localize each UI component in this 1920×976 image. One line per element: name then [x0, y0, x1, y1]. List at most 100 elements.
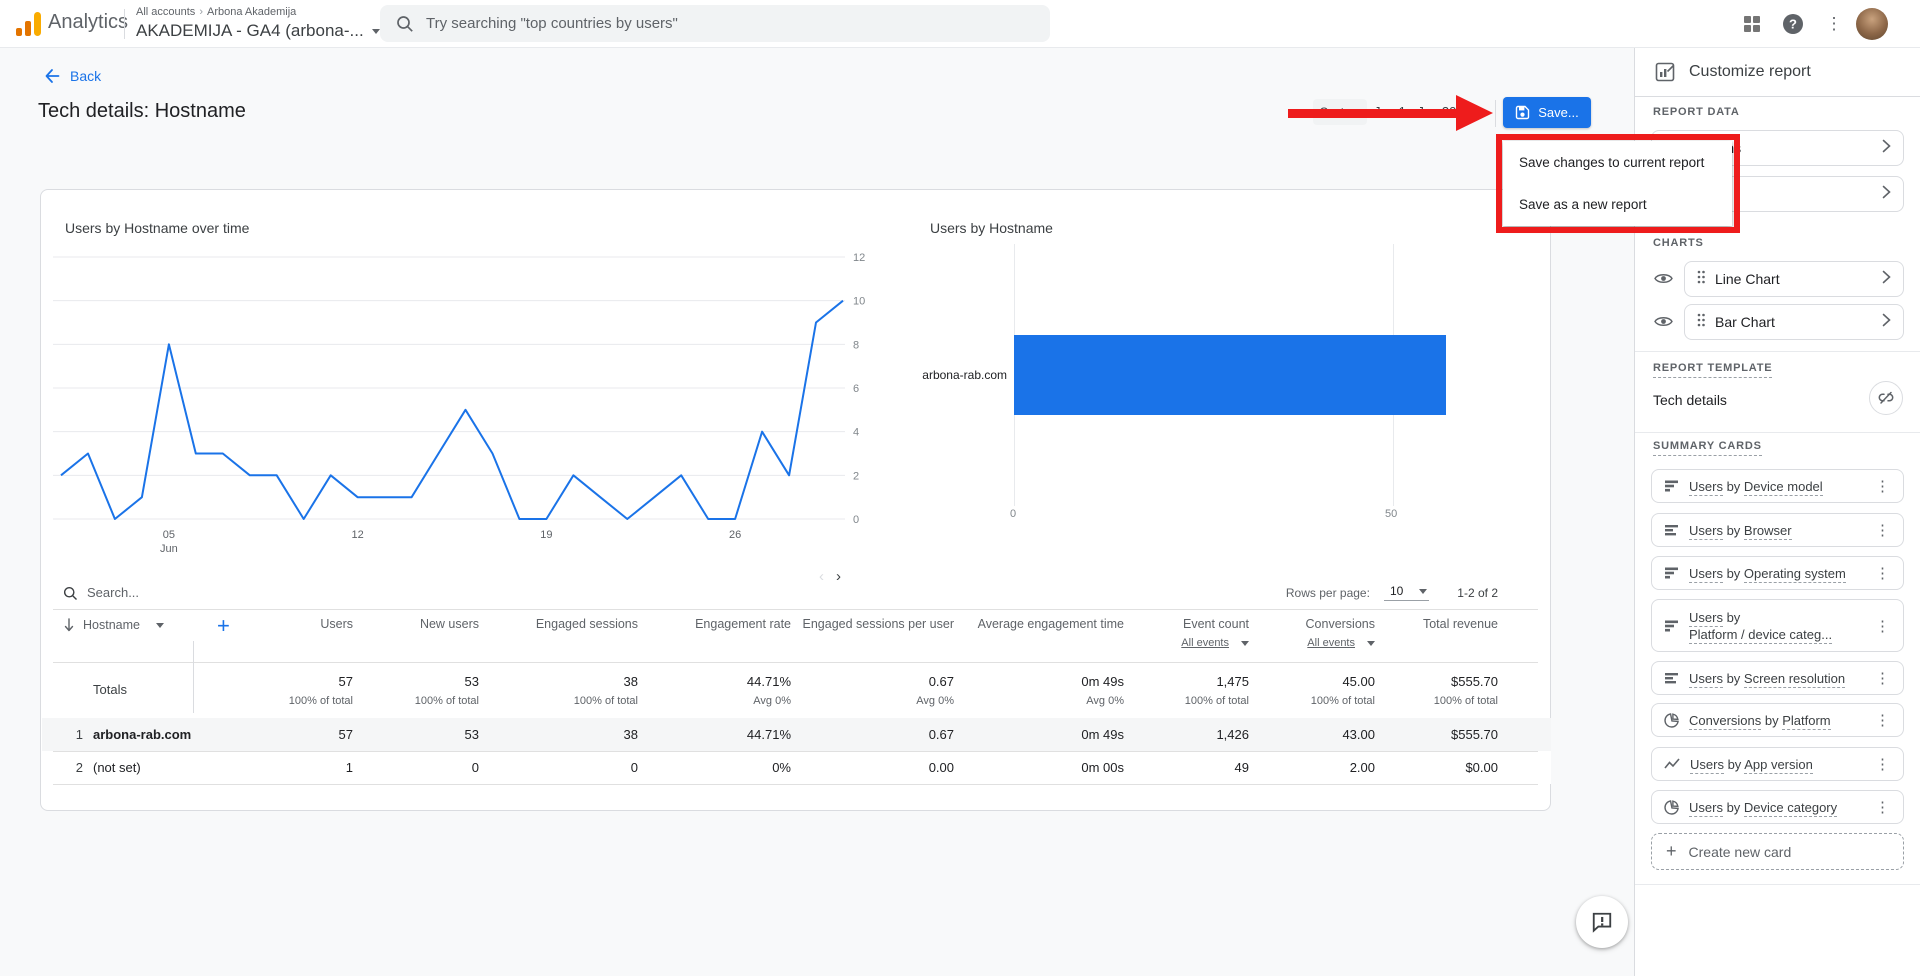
totals-subvalue: 100% of total	[573, 695, 638, 707]
card-dimension[interactable]: Device model	[1743, 478, 1823, 496]
summary-card-device-category[interactable]: Users by Device category ⋮	[1651, 790, 1904, 824]
card-menu-icon[interactable]: ⋮	[1872, 477, 1893, 495]
summary-card-label: Users by Device category	[1689, 799, 1838, 817]
column-header-total-revenue[interactable]: Total revenue	[1346, 616, 1498, 633]
charts-section-label: CHARTS	[1653, 237, 1704, 249]
card-metric[interactable]: Users	[1689, 799, 1723, 817]
card-metric[interactable]: Users	[1689, 565, 1723, 583]
row-cell: 44.71%	[746, 727, 791, 742]
row-index: 2	[75, 760, 83, 775]
card-dimension[interactable]: Operating system	[1743, 565, 1846, 583]
summary-card-operating-system[interactable]: Users by Operating system ⋮	[1651, 556, 1904, 590]
report-template-section-label: REPORT TEMPLATE	[1653, 362, 1773, 378]
card-menu-icon[interactable]: ⋮	[1872, 669, 1893, 687]
global-search-input[interactable]: Try searching "top countries by users"	[380, 5, 1050, 42]
card-metric[interactable]: Users	[1689, 522, 1723, 540]
section-divider	[1635, 351, 1920, 352]
card-menu-icon[interactable]: ⋮	[1872, 755, 1893, 773]
column-header-engaged-sessions-per-user[interactable]: Engaged sessions per user	[802, 616, 954, 633]
create-new-card-button[interactable]: + Create new card	[1651, 833, 1904, 870]
card-dimension[interactable]: App version	[1744, 756, 1813, 774]
save-button[interactable]: Save...	[1503, 97, 1591, 128]
help-icon[interactable]: ?	[1781, 12, 1805, 36]
customize-report-header: Customize report	[1635, 48, 1920, 97]
table-search-input[interactable]: Search...	[87, 585, 139, 600]
chart-next-icon[interactable]: ›	[836, 568, 841, 585]
date-range-value[interactable]: Jun 1 - Jun 30, 2...	[1374, 104, 1492, 119]
y-axis-tick-label: 4	[853, 427, 859, 439]
back-button[interactable]: Back	[44, 68, 101, 84]
arrow-left-icon	[45, 69, 60, 83]
summary-card-app-version[interactable]: Users by App version ⋮	[1651, 747, 1904, 781]
y-axis-tick-label: 8	[853, 339, 859, 351]
bar-data-bar[interactable]	[1014, 335, 1446, 415]
avatar[interactable]	[1856, 8, 1888, 40]
breadcrumb-account[interactable]: Arbona Akademija	[207, 6, 296, 18]
plus-icon: +	[1666, 841, 1677, 861]
report-template-value: Tech details	[1653, 392, 1727, 408]
row-cell: 0	[630, 760, 638, 775]
visibility-eye-icon[interactable]	[1654, 272, 1673, 290]
chevron-down-icon	[1419, 588, 1428, 594]
property-selector[interactable]: AKADEMIJA - GA4 (arbona-...	[136, 21, 380, 41]
chart-row-bar-chart[interactable]: Bar Chart	[1684, 304, 1904, 340]
table-divider	[53, 784, 1538, 785]
line-series[interactable]	[60, 299, 844, 520]
row-cell: 53	[464, 727, 479, 742]
card-metric[interactable]: Users	[1689, 670, 1723, 688]
row-cell: 0%	[772, 760, 791, 775]
save-menu-item-1[interactable]: Save changes to current report	[1503, 141, 1732, 183]
card-menu-icon[interactable]: ⋮	[1872, 798, 1893, 816]
date-range-chip[interactable]: Custom	[1313, 99, 1367, 125]
card-metric[interactable]: Users	[1689, 609, 1723, 627]
card-dimension[interactable]: Platform / device categ...	[1689, 626, 1833, 644]
summary-card-screen-resolution[interactable]: Users by Screen resolution ⋮	[1651, 661, 1904, 695]
card-menu-icon[interactable]: ⋮	[1872, 617, 1893, 635]
chart-prev-icon[interactable]: ‹	[819, 568, 824, 585]
topbar-divider	[124, 9, 125, 39]
visibility-eye-icon[interactable]	[1654, 315, 1673, 333]
card-dimension[interactable]: Platform	[1782, 712, 1831, 730]
column-resize-divider[interactable]	[193, 641, 194, 713]
summary-card-label: Users by Device model	[1689, 478, 1823, 496]
column-header-engaged-sessions[interactable]: Engaged sessions	[486, 616, 638, 633]
card-metric[interactable]: Users	[1690, 756, 1724, 774]
summary-card-label: Users by Operating system	[1689, 565, 1846, 583]
card-menu-icon[interactable]: ⋮	[1872, 521, 1893, 539]
summary-card-browser[interactable]: Users by Browser ⋮	[1651, 513, 1904, 547]
chart-row-line-chart[interactable]: Line Chart	[1684, 261, 1904, 297]
save-menu-item-2[interactable]: Save as a new report	[1503, 183, 1732, 225]
filter-label: All events	[1307, 637, 1355, 649]
more-options-icon[interactable]: ⋮	[1822, 12, 1846, 36]
drag-handle-icon[interactable]	[1697, 313, 1705, 332]
apps-grid-icon[interactable]	[1740, 12, 1764, 36]
section-divider	[1635, 884, 1920, 885]
card-dimension[interactable]: Screen resolution	[1743, 670, 1846, 688]
card-metric[interactable]: Conversions	[1689, 712, 1762, 730]
breadcrumb-accounts[interactable]: All accounts	[136, 6, 195, 18]
feedback-chat-button[interactable]	[1576, 896, 1628, 948]
column-header-new-users[interactable]: New users	[327, 616, 479, 633]
drag-handle-icon[interactable]	[1697, 270, 1705, 289]
dimension-column-header[interactable]: Hostname	[63, 618, 164, 632]
summary-card-device-model[interactable]: Users by Device model ⋮	[1651, 469, 1904, 503]
unlink-template-button[interactable]	[1869, 381, 1903, 415]
summary-card-platform-device-categ-[interactable]: Users by Platform / device categ... ⋮	[1651, 599, 1904, 652]
card-dimension[interactable]: Device category	[1743, 799, 1838, 817]
summary-card-platform[interactable]: Conversions by Platform ⋮	[1651, 703, 1904, 737]
card-dimension[interactable]: Browser	[1743, 522, 1792, 540]
table-divider	[53, 609, 1538, 610]
column-filter[interactable]: All events	[1307, 635, 1375, 652]
create-card-label: Create new card	[1688, 843, 1792, 860]
row-cell: $0.00	[1465, 760, 1498, 775]
card-metric[interactable]: Users	[1689, 478, 1723, 496]
rows-per-page-select[interactable]: 10	[1383, 584, 1430, 601]
edit-chart-icon	[1655, 62, 1675, 82]
card-menu-icon[interactable]: ⋮	[1872, 564, 1893, 582]
table-pagination: Rows per page: 10 1-2 of 2	[1141, 584, 1498, 601]
bar-axis-tick: 50	[1385, 508, 1398, 520]
breadcrumb[interactable]: All accounts › Arbona Akademija	[136, 6, 296, 18]
search-icon	[397, 15, 413, 32]
card-menu-icon[interactable]: ⋮	[1872, 711, 1893, 729]
column-header-engagement-rate[interactable]: Engagement rate	[639, 616, 791, 633]
